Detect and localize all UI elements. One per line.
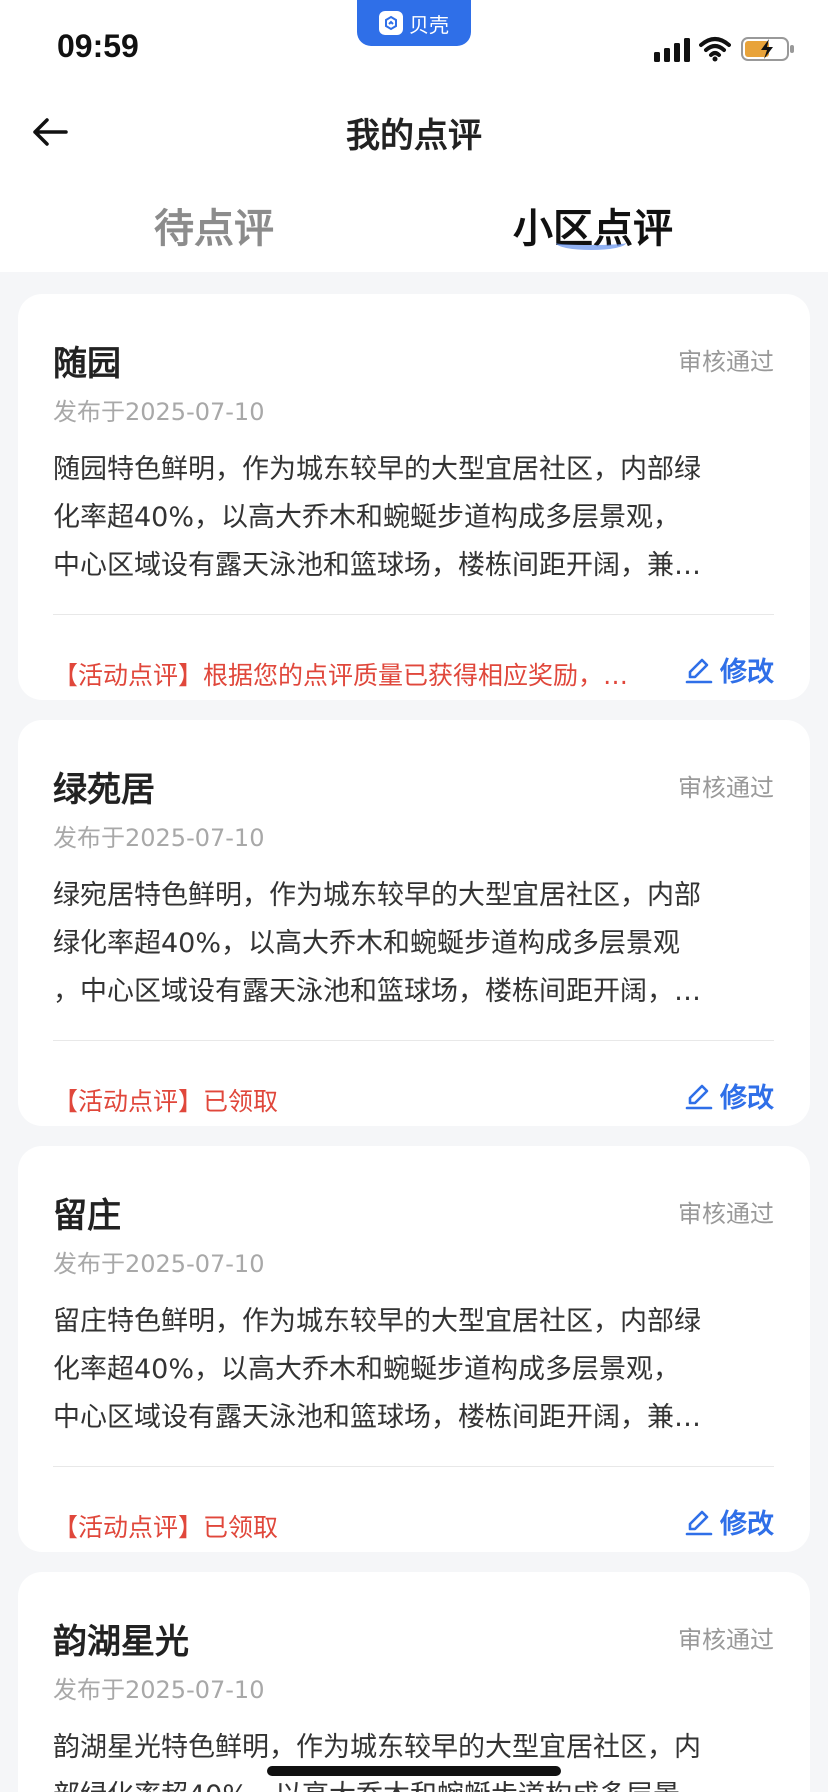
- edit-label: 修改: [720, 1083, 774, 1114]
- publish-date: 发布于2025-07-10: [53, 1250, 265, 1278]
- edit-button[interactable]: 修改: [684, 1076, 774, 1115]
- cellular-signal-icon: [654, 38, 690, 62]
- community-name: 绿苑居: [53, 770, 155, 810]
- review-text-line: 随园特色鲜明，作为城东较早的大型宜居社区，内部绿: [53, 454, 701, 485]
- page-title: 我的点评: [346, 116, 482, 156]
- review-text-line: 化率超40%，以高大乔木和蜿蜒步道构成多层景观，: [53, 502, 681, 533]
- community-name: 随园: [53, 344, 121, 384]
- edit-button[interactable]: 修改: [684, 1502, 774, 1541]
- review-text-line: ，中心区域设有露天泳池和篮球场，楼栋间距开阔，…: [53, 976, 701, 1007]
- active-tab-indicator: [556, 236, 626, 250]
- home-indicator[interactable]: [267, 1766, 561, 1776]
- review-text: 随园特色鲜明，作为城东较早的大型宜居社区，内部绿 化率超40%，以高大乔木和蜿蜒…: [53, 446, 793, 590]
- review-text-line: 韵湖星光特色鲜明，作为城东较早的大型宜居社区，内: [53, 1732, 701, 1763]
- review-status: 审核通过: [678, 348, 774, 376]
- community-name: 韵湖星光: [53, 1622, 189, 1662]
- card-divider: [53, 614, 774, 615]
- review-card[interactable]: 韵湖星光 审核通过 发布于2025-07-10 韵湖星光特色鲜明，作为城东较早的…: [18, 1572, 810, 1792]
- card-divider: [53, 1040, 774, 1041]
- activity-reward-text[interactable]: 【活动点评】已领取: [53, 1082, 673, 1118]
- review-text-line: 绿化率超40%，以高大乔木和蜿蜒步道构成多层景观: [53, 928, 681, 959]
- activity-reward-text[interactable]: 【活动点评】已领取: [53, 1508, 673, 1544]
- review-card[interactable]: 留庄 审核通过 发布于2025-07-10 留庄特色鲜明，作为城东较早的大型宜居…: [18, 1146, 810, 1552]
- review-status: 审核通过: [678, 1626, 774, 1654]
- edit-label: 修改: [720, 1509, 774, 1540]
- review-text-line: 化率超40%，以高大乔木和蜿蜒步道构成多层景观，: [53, 1354, 681, 1385]
- status-bar: 09:59 贝壳: [0, 0, 828, 90]
- pencil-icon: [685, 658, 713, 683]
- status-time: 09:59: [57, 28, 139, 64]
- review-text-line: 留庄特色鲜明，作为城东较早的大型宜居社区，内部绿: [53, 1306, 701, 1337]
- review-text: 留庄特色鲜明，作为城东较早的大型宜居社区，内部绿 化率超40%，以高大乔木和蜿蜒…: [53, 1298, 793, 1442]
- app-badge[interactable]: 贝壳: [357, 0, 471, 46]
- community-name: 留庄: [53, 1196, 121, 1236]
- review-card[interactable]: 随园 审核通过 发布于2025-07-10 随园特色鲜明，作为城东较早的大型宜居…: [18, 294, 810, 700]
- battery-charging-icon: [741, 37, 794, 61]
- review-text-line: 绿宛居特色鲜明，作为城东较早的大型宜居社区，内部: [53, 880, 701, 911]
- review-status: 审核通过: [678, 1200, 774, 1228]
- review-text: 韵湖星光特色鲜明，作为城东较早的大型宜居社区，内 部绿化率超40%，以高大乔木和…: [53, 1724, 793, 1792]
- review-text: 绿宛居特色鲜明，作为城东较早的大型宜居社区，内部 绿化率超40%，以高大乔木和蜿…: [53, 872, 793, 1016]
- publish-date: 发布于2025-07-10: [53, 1676, 265, 1704]
- pencil-icon: [685, 1510, 713, 1535]
- publish-date: 发布于2025-07-10: [53, 824, 265, 852]
- review-text-line: 中心区域设有露天泳池和篮球场，楼栋间距开阔，兼…: [53, 550, 701, 581]
- card-divider: [53, 1466, 774, 1467]
- pencil-icon: [685, 1084, 713, 1109]
- tab-pending-review[interactable]: 待点评: [154, 196, 274, 252]
- wifi-icon: [699, 37, 731, 62]
- review-text-line: 中心区域设有露天泳池和篮球场，楼栋间距开阔，兼…: [53, 1402, 701, 1433]
- edit-label: 修改: [720, 657, 774, 688]
- review-card[interactable]: 绿苑居 审核通过 发布于2025-07-10 绿宛居特色鲜明，作为城东较早的大型…: [18, 720, 810, 1126]
- edit-button[interactable]: 修改: [684, 650, 774, 689]
- beike-logo-icon: [379, 11, 403, 35]
- app-badge-label: 贝壳: [409, 12, 449, 37]
- review-status: 审核通过: [678, 774, 774, 802]
- publish-date: 发布于2025-07-10: [53, 398, 265, 426]
- activity-reward-text[interactable]: 【活动点评】根据您的点评质量已获得相应奖励，…: [53, 656, 673, 692]
